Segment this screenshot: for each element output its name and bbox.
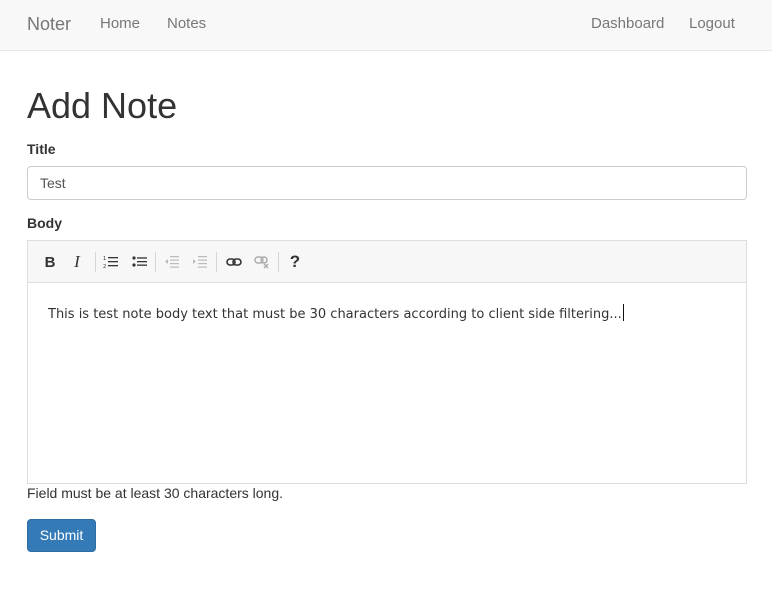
editor-toolbar: B I 1 2 ? <box>28 241 746 283</box>
link-button[interactable] <box>222 250 246 274</box>
indent-button[interactable] <box>188 250 212 274</box>
unordered-list-icon <box>132 256 147 267</box>
svg-text:2: 2 <box>103 264 106 269</box>
title-input[interactable] <box>27 166 747 200</box>
unlink-icon <box>254 256 269 269</box>
unordered-list-button[interactable] <box>128 250 152 274</box>
navbar-brand[interactable]: Noter <box>27 13 71 35</box>
toolbar-divider <box>155 252 156 272</box>
nav-link-home[interactable]: Home <box>100 15 140 33</box>
link-icon <box>226 258 242 266</box>
italic-button[interactable]: I <box>65 250 89 274</box>
body-editor: B I 1 2 ? This is test note body text th… <box>27 240 747 484</box>
bold-icon: B <box>44 253 56 271</box>
navbar: Noter Home Notes Dashboard Logout <box>0 0 772 51</box>
indent-icon <box>193 256 207 268</box>
unlink-button[interactable] <box>250 250 274 274</box>
editor-text: This is test note body text that must be… <box>48 307 622 322</box>
submit-button[interactable]: Submit <box>27 519 96 552</box>
title-label: Title <box>27 141 56 157</box>
ordered-list-button[interactable]: 1 2 <box>99 250 123 274</box>
help-button[interactable]: ? <box>283 250 307 274</box>
validation-message: Field must be at least 30 characters lon… <box>27 485 284 501</box>
toolbar-divider <box>278 252 279 272</box>
nav-link-logout[interactable]: Logout <box>689 15 735 33</box>
bold-button[interactable]: B <box>38 250 62 274</box>
italic-icon: I <box>74 252 80 271</box>
ordered-list-icon: 1 2 <box>103 256 118 269</box>
svg-text:1: 1 <box>103 256 106 262</box>
page-title: Add Note <box>27 85 178 126</box>
help-icon: ? <box>289 252 301 271</box>
editor-content[interactable]: This is test note body text that must be… <box>28 283 746 483</box>
text-caret <box>622 304 624 321</box>
toolbar-divider <box>216 252 217 272</box>
outdent-button[interactable] <box>160 250 184 274</box>
body-label: Body <box>27 215 62 231</box>
outdent-icon <box>165 256 179 268</box>
toolbar-divider <box>95 252 96 272</box>
nav-link-dashboard[interactable]: Dashboard <box>591 15 664 33</box>
nav-link-notes[interactable]: Notes <box>167 15 206 33</box>
